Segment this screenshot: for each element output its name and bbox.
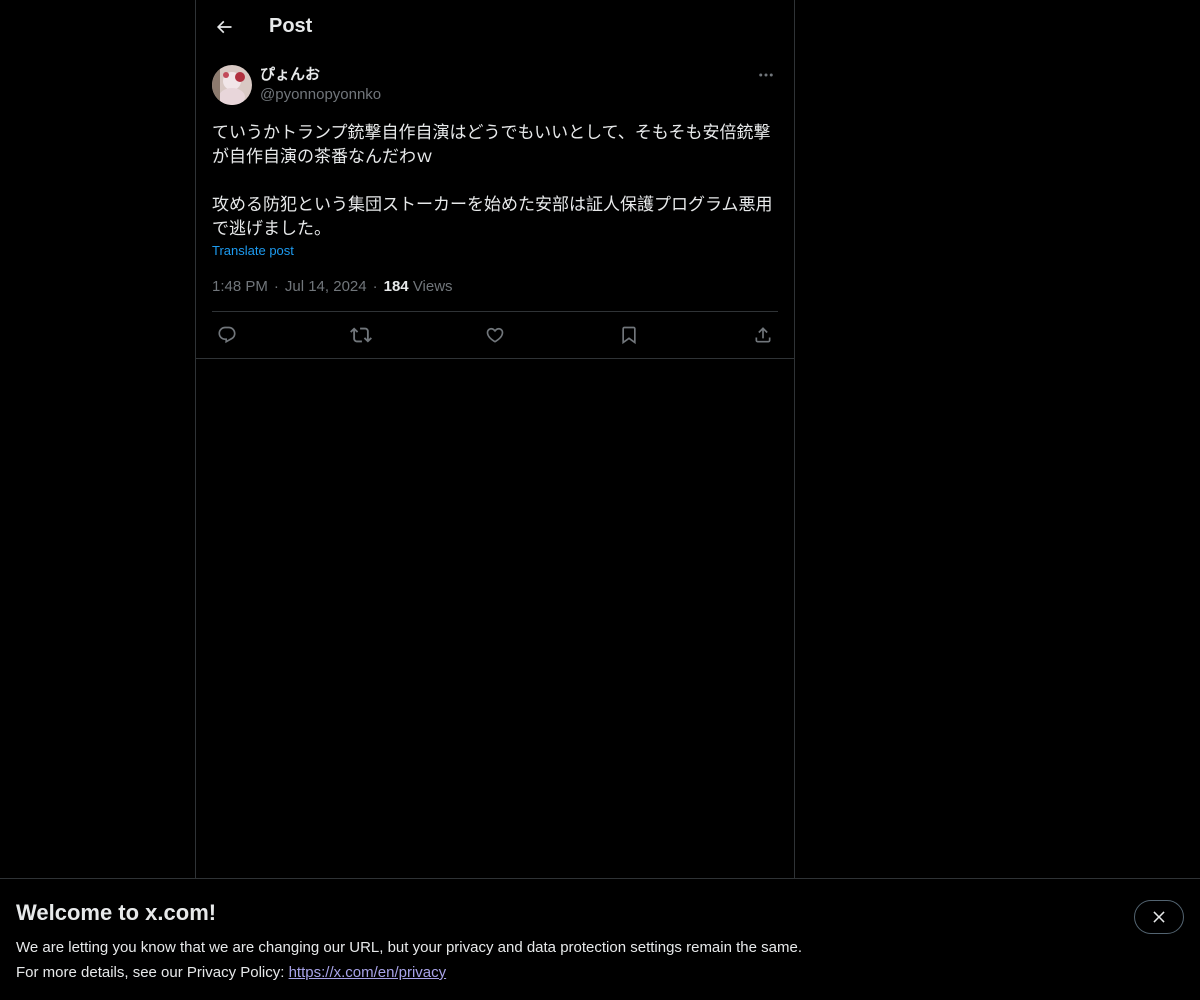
post-date[interactable]: Jul 14, 2024 xyxy=(285,278,367,295)
close-icon xyxy=(1153,911,1165,923)
url-change-banner: Welcome to x.com! We are letting you kno… xyxy=(0,878,1200,1000)
share-icon xyxy=(755,327,771,343)
reply-icon xyxy=(218,326,236,344)
share-button[interactable] xyxy=(752,324,774,346)
repost-icon xyxy=(350,327,372,343)
post-paragraph-2: 攻める防犯という集団ストーカーを始めた安部は証人保護プログラム悪用で逃げました。 xyxy=(212,195,773,239)
post-time[interactable]: 1:48 PM xyxy=(212,278,268,295)
author-handle[interactable]: @pyonnopyonnko xyxy=(260,85,381,105)
repost-button[interactable] xyxy=(350,324,372,346)
page: Post ぴょんお @pyonnopyonnko ていうかトランプ銃撃自作自演は… xyxy=(0,0,1200,1000)
bookmark-button[interactable] xyxy=(618,324,640,346)
more-options-button[interactable] xyxy=(754,65,778,85)
post-paragraph-1: ていうかトランプ銃撃自作自演はどうでもいいとして、そもそも安倍銃撃が自作自演の茶… xyxy=(212,123,771,167)
like-button[interactable] xyxy=(484,324,506,346)
banner-title: Welcome to x.com! xyxy=(16,900,217,925)
separator-dot: · xyxy=(273,278,279,295)
close-banner-button[interactable] xyxy=(1134,900,1184,934)
privacy-policy-link[interactable]: https://x.com/en/privacy xyxy=(289,964,447,981)
banner-line-2: For more details, see our Privacy Policy… xyxy=(16,960,1184,985)
views-count: 184 xyxy=(383,278,409,295)
action-bar xyxy=(212,312,778,358)
more-horizontal-icon xyxy=(759,73,773,77)
author-row: ぴょんお @pyonnopyonnko xyxy=(212,65,778,105)
avatar[interactable] xyxy=(212,65,252,105)
post-article: ぴょんお @pyonnopyonnko ていうかトランプ銃撃自作自演はどうでもい… xyxy=(196,53,794,359)
page-title: Post xyxy=(269,15,313,37)
banner-line-1: We are letting you know that we are chan… xyxy=(16,939,802,956)
primary-column: Post ぴょんお @pyonnopyonnko ていうかトランプ銃撃自作自演は… xyxy=(195,0,795,878)
translate-post-link[interactable]: Translate post xyxy=(212,243,294,258)
reply-button[interactable] xyxy=(216,324,238,346)
post-metadata: 1:48 PM · Jul 14, 2024 · 184 Views xyxy=(212,278,778,312)
like-icon xyxy=(486,327,504,343)
banner-message: We are letting you know that we are chan… xyxy=(16,935,1184,985)
post-text: ていうかトランプ銃撃自作自演はどうでもいいとして、そもそも安倍銃撃が自作自演の茶… xyxy=(212,121,778,241)
bookmark-icon xyxy=(622,326,636,345)
post-header: Post xyxy=(196,0,794,53)
banner-line-2-prefix: For more details, see our Privacy Policy… xyxy=(16,964,289,981)
separator-dot: · xyxy=(372,278,378,295)
avatar-image xyxy=(212,65,252,105)
author-display-name[interactable]: ぴょんお xyxy=(260,65,381,85)
back-button[interactable] xyxy=(212,15,236,39)
author-info: ぴょんお @pyonnopyonnko xyxy=(260,65,381,105)
views-label: Views xyxy=(412,278,453,295)
arrow-left-icon xyxy=(216,20,232,33)
